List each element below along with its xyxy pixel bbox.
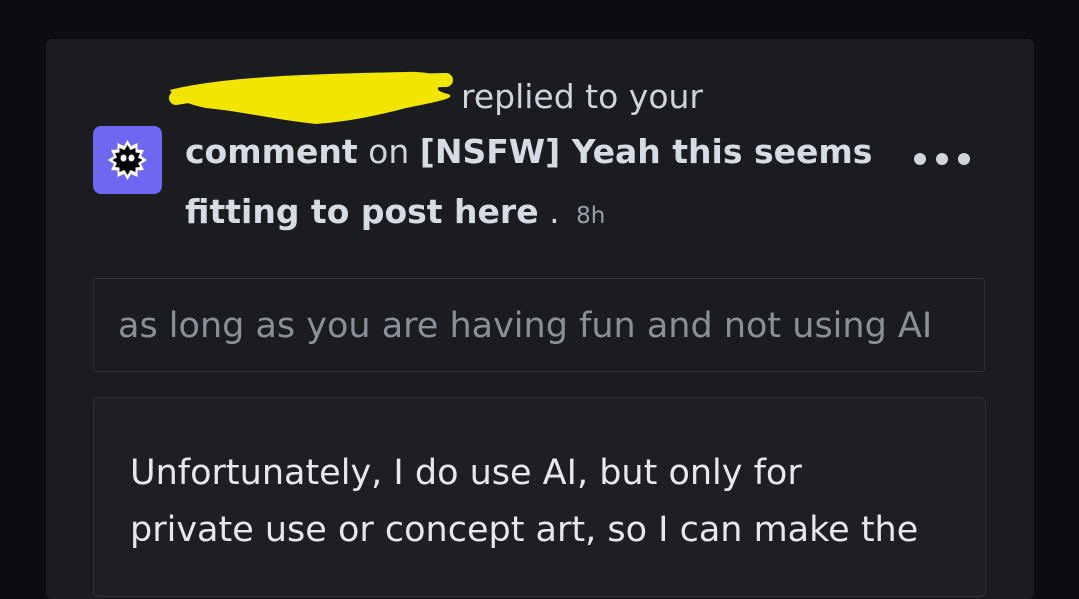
replied-text: replied to your	[461, 77, 703, 116]
more-options-icon[interactable]	[914, 151, 970, 169]
reply-comment[interactable]: Unfortunately, I do use AI, but only for…	[93, 397, 986, 597]
separator: .	[549, 192, 560, 231]
avatar[interactable]	[93, 126, 162, 194]
post-title-line2[interactable]: fitting to post here	[185, 192, 539, 231]
reply-line: private use or concept art, so I can mak…	[130, 510, 919, 550]
timestamp: 8h	[576, 203, 606, 229]
quoted-comment[interactable]: as long as you are having fun and not us…	[93, 278, 985, 372]
quoted-comment-text: as long as you are having fun and not us…	[118, 306, 933, 346]
on-word: on	[368, 132, 410, 171]
comment-link[interactable]: comment	[185, 132, 358, 171]
snoo-monster-icon	[108, 140, 147, 180]
post-title-line1[interactable]: [NSFW] Yeah this seems	[420, 132, 873, 171]
reply-line: Unfortunately, I do use AI, but only for	[130, 453, 802, 493]
redaction-scribble	[166, 68, 466, 134]
